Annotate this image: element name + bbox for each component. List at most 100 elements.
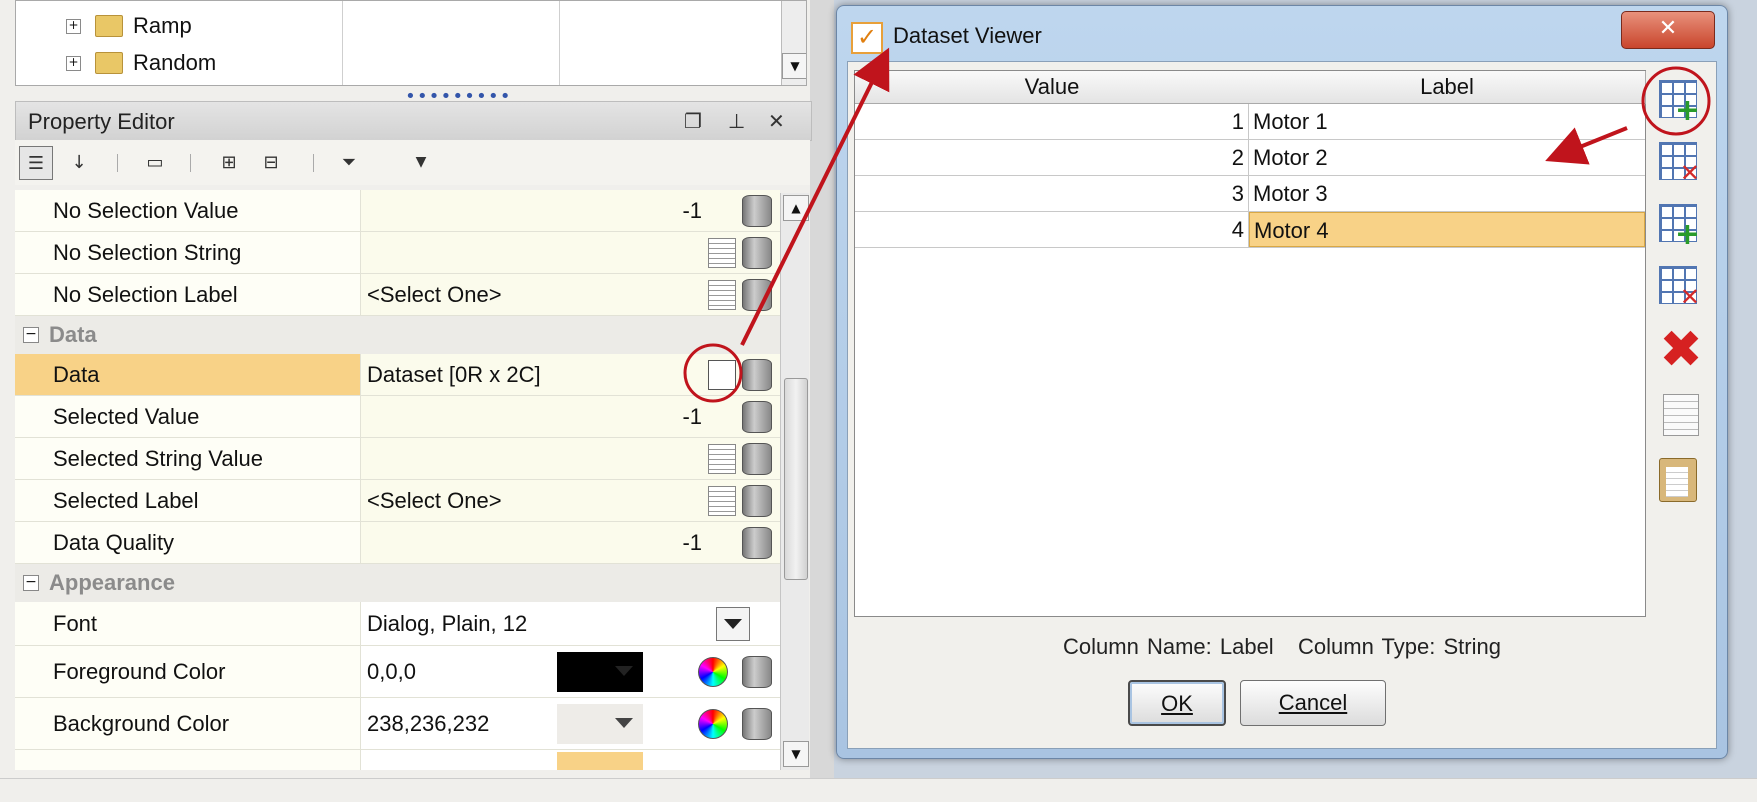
cell-label[interactable]: Motor 3 [1249, 176, 1645, 211]
binding-icon[interactable] [742, 358, 772, 391]
clear-dataset-button[interactable]: ✖ [1659, 324, 1703, 376]
property-row[interactable] [15, 750, 780, 770]
scroll-up-icon[interactable]: ▲ [783, 195, 809, 221]
color-swatch[interactable] [557, 703, 643, 744]
property-value-cell[interactable]: 0,0,0 [361, 646, 780, 698]
property-row[interactable]: Selected Value -1 [15, 396, 780, 438]
scroll-down-icon[interactable]: ▼ [783, 741, 809, 767]
close-button[interactable]: ✕ [1621, 11, 1715, 49]
cell-value[interactable]: 1 [855, 104, 1249, 139]
add-row-button[interactable]: + [1659, 80, 1703, 126]
property-name: No Selection Label [15, 274, 361, 316]
dataset-viewer-icon[interactable] [708, 359, 736, 390]
property-scrollbar[interactable]: ▲ ▼ [780, 193, 809, 770]
property-value-cell[interactable]: <Select One> [361, 274, 780, 316]
collapse-icon[interactable]: − [23, 575, 39, 591]
tree-item-random[interactable]: + Random [66, 46, 216, 80]
color-swatch[interactable] [557, 752, 643, 770]
cell-label-selected[interactable]: Motor 4 [1249, 212, 1645, 247]
property-row[interactable]: Selected Label <Select One> [15, 480, 780, 522]
scroll-thumb[interactable] [784, 378, 808, 580]
property-value-cell[interactable]: -1 [361, 396, 780, 438]
font-chooser-button[interactable] [716, 606, 750, 641]
copy-button[interactable] [1659, 394, 1703, 438]
cell-label[interactable]: Motor 1 [1249, 104, 1645, 139]
property-row[interactable]: Selected String Value [15, 438, 780, 480]
color-wheel-icon[interactable] [698, 708, 728, 739]
restore-icon[interactable]: ❐ [684, 109, 702, 133]
table-row-selected[interactable]: 4 Motor 4 [855, 212, 1645, 248]
binding-icon[interactable] [742, 655, 772, 688]
table-row[interactable]: 1 Motor 1 [855, 104, 1645, 140]
expand-all-icon[interactable]: ⊞ [213, 146, 245, 178]
paste-button[interactable] [1659, 458, 1703, 502]
toolbar-separator [313, 154, 314, 172]
property-row[interactable]: Foreground Color 0,0,0 [15, 646, 780, 698]
binding-icon[interactable] [742, 236, 772, 269]
close-icon[interactable]: ✕ [768, 109, 785, 133]
add-column-button[interactable]: + [1659, 204, 1703, 250]
property-name: Data [15, 354, 361, 396]
description-icon[interactable]: ▭ [139, 146, 171, 178]
text-editor-icon[interactable] [708, 237, 736, 268]
app-icon: ✓ [851, 22, 883, 54]
binding-icon[interactable] [742, 484, 772, 517]
filter-icon[interactable]: ⏷ [333, 146, 365, 178]
cell-value[interactable]: 3 [855, 176, 1249, 211]
dropdown-arrow-icon[interactable]: ▼ [405, 146, 437, 178]
property-row[interactable]: Data Quality -1 [15, 522, 780, 564]
text-editor-icon[interactable] [708, 485, 736, 516]
binding-icon[interactable] [742, 707, 772, 740]
property-value-cell[interactable]: <Select One> [361, 480, 780, 522]
property-value-cell[interactable] [361, 232, 780, 274]
property-row[interactable]: No Selection Value -1 [15, 190, 780, 232]
expand-icon[interactable]: + [66, 55, 81, 71]
binding-icon[interactable] [742, 194, 772, 227]
property-value-cell[interactable] [361, 438, 780, 480]
property-value-cell[interactable]: -1 [361, 190, 780, 232]
table-row[interactable]: 2 Motor 2 [855, 140, 1645, 176]
column-header-value[interactable]: Value [855, 71, 1250, 104]
color-swatch[interactable] [557, 651, 643, 692]
property-value-cell[interactable] [361, 750, 780, 770]
delete-row-button[interactable]: ✕ [1659, 142, 1703, 186]
binding-icon[interactable] [742, 278, 772, 311]
color-wheel-icon[interactable] [698, 656, 728, 687]
property-value: <Select One> [367, 487, 502, 513]
cell-value[interactable]: 4 [855, 212, 1249, 247]
column-header-label[interactable]: Label [1249, 71, 1646, 104]
property-row[interactable]: Font Dialog, Plain, 12 [15, 602, 780, 646]
pin-icon[interactable]: ⊥ [728, 109, 745, 133]
binding-icon[interactable] [742, 400, 772, 433]
property-value-cell[interactable]: -1 [361, 522, 780, 564]
property-value-cell[interactable]: 238,236,232 [361, 698, 780, 750]
dataset-table[interactable]: Value Label 1 Motor 1 2 Motor 2 3 Motor … [854, 70, 1646, 617]
text-editor-icon[interactable] [708, 279, 736, 310]
cell-label[interactable]: Motor 2 [1249, 140, 1645, 175]
cell-value[interactable]: 2 [855, 140, 1249, 175]
toolbar-separator [117, 154, 118, 172]
binding-icon[interactable] [742, 526, 772, 559]
sort-alpha-icon[interactable]: ↓ [63, 146, 95, 178]
table-row[interactable]: 3 Motor 3 [855, 176, 1645, 212]
binding-icon[interactable] [742, 442, 772, 475]
tree-item-ramp[interactable]: + Ramp [66, 9, 192, 43]
property-row[interactable]: Background Color 238,236,232 [15, 698, 780, 750]
cancel-button[interactable]: Cancel [1240, 680, 1386, 726]
delete-column-button[interactable]: ✕ [1659, 266, 1703, 310]
property-value-cell[interactable]: Dialog, Plain, 12 [361, 602, 780, 646]
category-data[interactable]: − Data [15, 316, 780, 354]
categorized-view-icon[interactable]: ☰ [19, 146, 53, 180]
property-row-selected[interactable]: Data Dataset [0R x 2C] [15, 354, 780, 396]
category-appearance[interactable]: − Appearance [15, 564, 780, 602]
property-row[interactable]: No Selection Label <Select One> [15, 274, 780, 316]
expand-icon[interactable]: + [66, 18, 81, 34]
property-row[interactable]: No Selection String [15, 232, 780, 274]
text-editor-icon[interactable] [708, 443, 736, 474]
tree-scrollbar[interactable]: ▼ [781, 1, 806, 85]
collapse-icon[interactable]: − [23, 327, 39, 343]
collapse-all-icon[interactable]: ⊟ [255, 146, 287, 178]
ok-button[interactable]: OK [1128, 680, 1226, 726]
property-value-cell[interactable]: Dataset [0R x 2C] [361, 354, 780, 396]
scroll-down-icon[interactable]: ▼ [782, 53, 806, 79]
